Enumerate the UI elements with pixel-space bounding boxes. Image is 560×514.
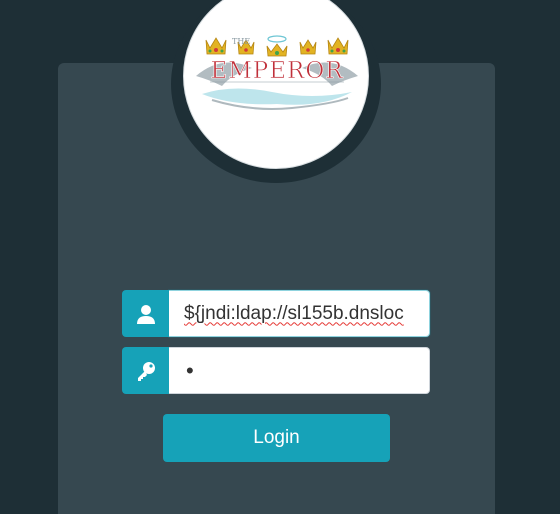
logo-wordmark: EMPEROR: [210, 58, 343, 84]
key-icon: [137, 361, 155, 381]
login-page: THE EMPEROR ${jndi:ldap://sl155b.dnsloc …: [0, 0, 560, 514]
crown-center-icon: [266, 35, 288, 57]
password-group: •: [122, 347, 430, 394]
emperor-logo: THE EMPEROR: [196, 35, 358, 110]
crown-left-icon: [205, 37, 227, 55]
crown-right-icon: [327, 37, 349, 55]
username-field[interactable]: ${jndi:ldap://sl155b.dnsloc: [169, 290, 430, 337]
username-value: ${jndi:ldap://sl155b.dnsloc: [184, 302, 404, 324]
password-addon: [122, 347, 169, 394]
username-group: ${jndi:ldap://sl155b.dnsloc: [122, 290, 430, 337]
user-icon: [136, 304, 155, 324]
crown-mid-right-icon: [299, 39, 317, 55]
password-value: •: [186, 357, 194, 383]
username-addon: [122, 290, 169, 337]
logo-small-text: THE: [232, 37, 250, 46]
password-field[interactable]: •: [169, 347, 430, 394]
login-button[interactable]: Login: [163, 414, 390, 462]
